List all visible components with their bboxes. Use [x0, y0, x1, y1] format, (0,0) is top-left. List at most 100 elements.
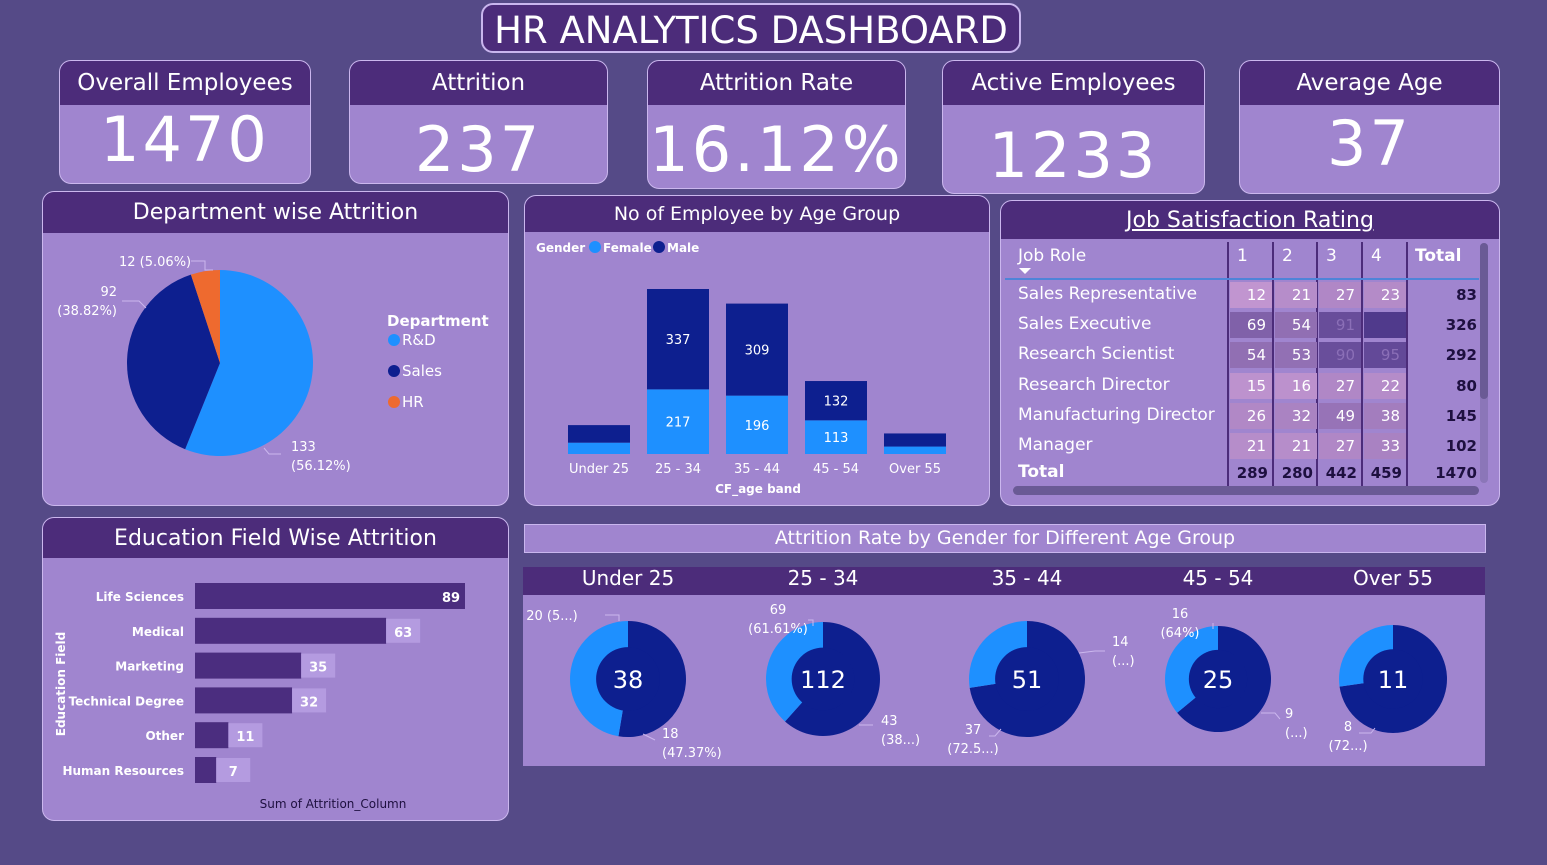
- column-header: 3: [1326, 246, 1337, 266]
- row-label: Manager: [1018, 435, 1093, 455]
- bar: [195, 722, 229, 749]
- kpi-card-overall-employees: Overall Employees 1470: [59, 60, 311, 184]
- row-total: 80: [1456, 376, 1477, 395]
- heatmap-cell: 22: [1364, 372, 1406, 399]
- heatmap-cell: 69: [1230, 312, 1272, 339]
- bar-segment-male: [568, 425, 630, 443]
- column-total: 459: [1370, 464, 1402, 482]
- kpi-card-active-employees: Active Employees 1233: [942, 60, 1205, 194]
- heatmap-cell: 26: [1230, 402, 1272, 429]
- x-tick-label: 45 - 54: [813, 462, 859, 477]
- heatmap-cell: 49: [1319, 402, 1361, 429]
- legend-marker: [388, 334, 400, 346]
- donut-data-label-female: 14: [1112, 635, 1129, 650]
- total-row-label: Total: [1018, 462, 1065, 482]
- matrix-vertical-scrollbar[interactable]: [1480, 243, 1488, 483]
- donut-data-label-male: (64%): [1160, 626, 1199, 641]
- header-underline: [1005, 278, 1479, 280]
- x-tick-label: 25 - 34: [655, 462, 701, 477]
- age-group-card: No of Employee by Age Group Gender Femal…: [524, 195, 990, 506]
- row-total: 83: [1456, 286, 1477, 304]
- legend-label: Sales: [402, 362, 442, 380]
- y-tick-label: Human Resources: [62, 764, 184, 778]
- donut-data-label-male: (72...): [1328, 739, 1367, 754]
- donut-caption: Under 25: [581, 566, 675, 590]
- bar-data-label: 7: [229, 765, 238, 780]
- legend-marker: [653, 241, 665, 253]
- pie-leader-line: [263, 447, 281, 455]
- x-axis-label: Sum of Attrition_Column: [260, 797, 407, 811]
- bar-data-label: 35: [309, 661, 327, 676]
- job-satisfaction-matrix: Job Role 1 2 3 4 Total Sales Representative 12 2…: [1001, 201, 1499, 505]
- kpi-card-average-age: Average Age 37: [1239, 60, 1500, 194]
- y-tick-label: Medical: [132, 625, 184, 639]
- heatmap-cell: 90: [1319, 342, 1361, 369]
- x-tick-label: Under 25: [569, 462, 629, 477]
- column-total: 289: [1236, 464, 1268, 482]
- heatmap-cell: 27: [1319, 282, 1361, 308]
- heatmap-cell: 38: [1364, 402, 1406, 429]
- pie-leader-line: [191, 260, 213, 271]
- row-label: Sales Representative: [1018, 284, 1198, 304]
- donut-caption: 25 - 34: [787, 566, 859, 590]
- heatmap-cell: 21: [1275, 282, 1317, 308]
- y-axis-label: Education Field: [54, 632, 68, 737]
- education-attrition-card: Education Field Wise Attrition Life Scie…: [42, 517, 509, 821]
- y-tick-label: Life Sciences: [96, 590, 184, 604]
- donut-data-label-male: 69: [770, 603, 787, 618]
- column-total: 280: [1281, 464, 1313, 482]
- age-group-stacked-bar-chart: Gender Female Male Under 25 217 337 25 - 34 1…: [536, 241, 946, 497]
- column-header: Job Role: [1018, 246, 1087, 266]
- heatmap-cell: 21: [1230, 433, 1272, 459]
- bar: [195, 652, 302, 679]
- donut-data-label-male: (72.5...): [947, 742, 999, 757]
- donut-data-label-female: 18: [662, 727, 679, 742]
- kpi-card-attrition-rate: Attrition Rate 16.12%: [647, 60, 906, 189]
- y-tick-label: Marketing: [115, 660, 184, 674]
- legend-marker: [589, 241, 601, 253]
- bar-data-label: 11: [236, 730, 254, 745]
- gender-age-title-bar: Attrition Rate by Gender for Different A…: [524, 524, 1486, 553]
- donut-data-label-male: 37: [965, 723, 982, 738]
- job-satisfaction-card: Job Satisfaction Rating Job Role 1 2 3 4 Tota…: [1000, 200, 1500, 506]
- bar-data-label: 196: [745, 419, 770, 434]
- row-total: 292: [1445, 346, 1477, 365]
- heatmap-cell: 112: [1364, 312, 1406, 339]
- heatmap-cell: 27: [1319, 433, 1361, 459]
- kpi-label: Overall Employees: [60, 61, 310, 105]
- gender-age-donut-charts: 38 20 (5...) 18 (47.37%) 112 69 (61.61%) 43 (38.…: [526, 603, 1447, 761]
- row-label: Sales Executive: [1018, 314, 1152, 335]
- x-axis-label: CF_age band: [715, 482, 801, 497]
- heatmap-cell: 21: [1275, 433, 1317, 459]
- column-header: 2: [1282, 246, 1293, 266]
- donut-leader-line: [1078, 650, 1105, 654]
- donut-leader-line: [1261, 712, 1281, 720]
- kpi-value: 237: [414, 113, 543, 184]
- column-header: Total: [1415, 246, 1462, 266]
- legend-label: Female: [603, 241, 652, 255]
- heatmap-cell: 95: [1364, 342, 1406, 369]
- scrollbar-thumb[interactable]: [1480, 243, 1488, 399]
- dashboard-title: HR ANALYTICS DASHBOARD: [481, 3, 1021, 53]
- bar-data-label: 32: [300, 695, 318, 710]
- heatmap-cell: 12: [1230, 282, 1272, 308]
- bar: [195, 617, 387, 644]
- bar: [195, 583, 465, 609]
- bar: [195, 687, 293, 714]
- donut-data-label-female: (...): [1285, 726, 1308, 741]
- kpi-label: Attrition: [350, 61, 607, 105]
- grand-total: 1470: [1435, 464, 1477, 482]
- donut-leader-line: [642, 733, 656, 741]
- heatmap-cell: 32: [1275, 402, 1317, 429]
- matrix-horizontal-scrollbar[interactable]: [1013, 486, 1479, 495]
- bar-data-label: 63: [394, 626, 412, 641]
- row-total: 326: [1445, 316, 1477, 335]
- heatmap-cell: 15: [1230, 372, 1272, 399]
- bar-data-label: 309: [745, 344, 770, 359]
- department-attrition-card: Department wise Attrition 12 (5.06%) 92 (3…: [42, 191, 509, 506]
- kpi-card-attrition: Attrition 237: [349, 60, 608, 184]
- donut-caption: Over 55: [1353, 566, 1433, 590]
- row-label: Research Director: [1018, 374, 1170, 395]
- kpi-label: Attrition Rate: [648, 61, 905, 105]
- heatmap-cell: 23: [1364, 282, 1406, 308]
